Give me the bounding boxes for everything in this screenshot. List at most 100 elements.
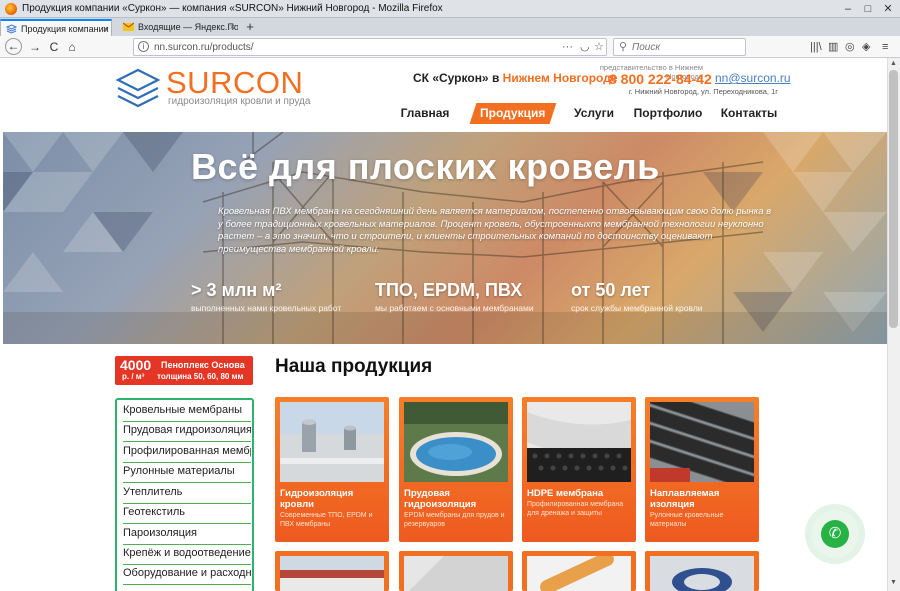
pond-product-image <box>404 402 508 482</box>
promo-name: Пеноплекс Основа <box>161 360 245 370</box>
product-title: Прудовая гидроизоляция <box>404 488 477 510</box>
surcon-logo-icon[interactable] <box>115 66 161 110</box>
product-title: Наплавляемая изоляция <box>650 488 720 510</box>
navigation-toolbar: ← → C ⌂ i nn.surcon.ru/products/ ··· ◡ ☆… <box>0 36 900 58</box>
tab-label: Входящие — Яндекс.Почта <box>138 22 238 32</box>
search-icon: ⚲ <box>619 41 628 53</box>
email-link[interactable]: nn@surcon.ru <box>715 71 791 85</box>
firefox-logo-icon <box>5 3 17 15</box>
sidebar-item-equipment[interactable]: Оборудование и расходные <box>123 567 251 585</box>
url-bar[interactable]: i nn.surcon.ru/products/ ··· ◡ ☆ <box>133 38 607 56</box>
back-button[interactable]: ← <box>5 38 22 55</box>
product-card-partial[interactable] <box>522 551 636 591</box>
company-prefix: СК «Суркон» в <box>413 71 503 85</box>
brand-name[interactable]: SURCON <box>166 66 303 100</box>
roof-product-image <box>280 402 384 482</box>
hero-stat: > 3 млн м² выполненных нами кровельных р… <box>191 280 341 313</box>
product-card-partial[interactable] <box>399 551 513 591</box>
stat-value: > 3 млн м² <box>191 280 282 300</box>
hdpe-product-image <box>527 402 631 482</box>
sidebar-item-profiled[interactable]: Профилированная мембрана <box>123 445 251 463</box>
hero-stat: от 50 лет срок службы мембранной кровли <box>571 280 703 313</box>
brand-tagline: гидроизоляция кровли и пруда <box>168 96 311 107</box>
hero-title: Всё для плоских кровель <box>191 146 660 187</box>
search-bar[interactable]: ⚲ <box>613 38 746 56</box>
window-titlebar: Продукция компании «Суркон» — компания «… <box>0 0 900 18</box>
product-card-pond[interactable]: Прудовая гидроизоляция EPDM мембраны для… <box>399 397 513 542</box>
surcon-favicon-icon <box>6 24 17 34</box>
hero-text: Кровельная ПВХ мембрана на сегодняшний д… <box>218 206 772 255</box>
bookmark-star-icon[interactable]: ☆ <box>594 39 604 56</box>
sidebar-item-pond[interactable]: Прудовая гидроизоляция <box>123 424 251 442</box>
stat-caption: выполненных нами кровельных работ <box>191 303 342 313</box>
search-input[interactable] <box>632 40 742 54</box>
menu-item-home[interactable]: Главная <box>395 103 455 124</box>
sidebar-item-membranes[interactable]: Кровельные мембраны <box>123 404 251 422</box>
whatsapp-icon[interactable]: ✆ <box>821 520 849 548</box>
tab-products[interactable]: Продукция компании «Сурко × <box>0 19 112 36</box>
minimize-button[interactable]: – <box>838 0 858 18</box>
product-card-bitumen[interactable]: Наплавляемая изоляция Рулонные кровельны… <box>645 397 759 542</box>
sidebar-item-geotextile[interactable]: Геотекстиль <box>123 506 251 524</box>
whatsapp-widget[interactable]: ✆ <box>811 510 859 558</box>
promo-price: 4000 <box>120 357 152 373</box>
scrollbar-thumb[interactable] <box>889 70 898 328</box>
product-card-hdpe[interactable]: HDPE мембрана Профилированная мембрана д… <box>522 397 636 542</box>
tab-bar: Продукция компании «Сурко × Входящие — Я… <box>0 18 900 36</box>
menu-icon[interactable]: ≡ <box>882 39 888 55</box>
sidebar-item-vapor[interactable]: Пароизоляция <box>123 527 251 545</box>
sidebar-item-fasteners[interactable]: Крепёж и водоотведение <box>123 547 251 565</box>
menu-item-portfolio[interactable]: Портфолио <box>633 103 703 124</box>
product-title: Гидроизоляция кровли <box>280 488 354 510</box>
url-text[interactable]: nn.surcon.ru/products/ <box>154 39 254 56</box>
product-card-partial[interactable] <box>275 551 389 591</box>
product-image <box>280 556 384 591</box>
product-title: HDPE мембрана <box>527 488 604 499</box>
new-tab-button[interactable]: + <box>243 19 257 35</box>
promo-unit: р. / м³ <box>122 372 145 381</box>
product-card-partial[interactable] <box>645 551 759 591</box>
reload-button[interactable]: C <box>45 38 63 56</box>
tab-close-icon[interactable]: × <box>230 19 235 36</box>
maximize-button[interactable]: □ <box>858 0 878 18</box>
forward-button[interactable]: → <box>26 38 44 56</box>
menu-item-products[interactable]: Продукция <box>469 103 557 124</box>
page-content: SURCON гидроизоляция кровли и пруда СК «… <box>3 58 887 591</box>
promo-badge[interactable]: 4000 р. / м³ Пеноплекс Основа толщина 50… <box>115 356 253 385</box>
stat-caption: мы работаем с основными мембранами <box>375 303 534 313</box>
tab-close-icon[interactable]: × <box>103 21 108 36</box>
bitumen-product-image <box>650 402 754 482</box>
menu-item-contacts[interactable]: Контакты <box>717 103 781 124</box>
sidebar-icon[interactable]: ▥ <box>828 39 838 55</box>
scroll-down-icon[interactable]: ▼ <box>888 579 899 590</box>
address: г. Нижний Новгород, ул. Переходникова, 1… <box>628 87 778 96</box>
site-info-icon[interactable]: i <box>138 41 149 52</box>
pocket-icon[interactable]: ◡ <box>580 39 590 56</box>
product-image <box>404 556 508 591</box>
product-description: EPDM мембраны для прудов и резервуаров <box>404 512 505 528</box>
close-window-button[interactable]: ✕ <box>878 0 898 18</box>
addon-icon[interactable]: ◎ <box>845 39 855 55</box>
library-icon[interactable]: |||\ <box>810 39 822 55</box>
home-button[interactable]: ⌂ <box>63 38 81 56</box>
stat-value: ТПО, EPDM, ПВХ <box>375 280 523 300</box>
tab-yandex-mail[interactable]: Входящие — Яндекс.Почта × <box>118 19 238 36</box>
sidebar-item-rolled[interactable]: Рулонные материалы <box>123 465 251 483</box>
hero-banner: Всё для плоских кровель Кровельная ПВХ м… <box>3 132 887 344</box>
product-description: Рулонные кровельные материалы <box>650 512 724 528</box>
phone-number[interactable]: 8 800 222-84-42 <box>609 71 712 87</box>
product-card-roof[interactable]: Гидроизоляция кровли Современные ТПО, EP… <box>275 397 389 542</box>
hero-stat: ТПО, EPDM, ПВХ мы работаем с основными м… <box>375 280 534 313</box>
product-category-sidebar: Кровельные мембраны Прудовая гидроизоляц… <box>115 398 254 591</box>
sidebar-item-insulation[interactable]: Утеплитель <box>123 486 251 504</box>
product-description: Профилированная мембрана для дренажа и з… <box>527 501 624 517</box>
product-description: Современные ТПО, EPDM и ПВХ мембраны <box>280 512 373 528</box>
promo-thickness: толщина 50, 60, 80 мм <box>157 372 244 381</box>
product-image <box>527 556 631 591</box>
menu-item-label: Продукция <box>480 106 546 120</box>
menu-item-services[interactable]: Услуги <box>569 103 619 124</box>
stat-caption: срок службы мембранной кровли <box>571 303 703 313</box>
addon-icon[interactable]: ◈ <box>862 39 870 55</box>
product-image <box>650 556 754 591</box>
page-actions-icon[interactable]: ··· <box>562 39 573 56</box>
